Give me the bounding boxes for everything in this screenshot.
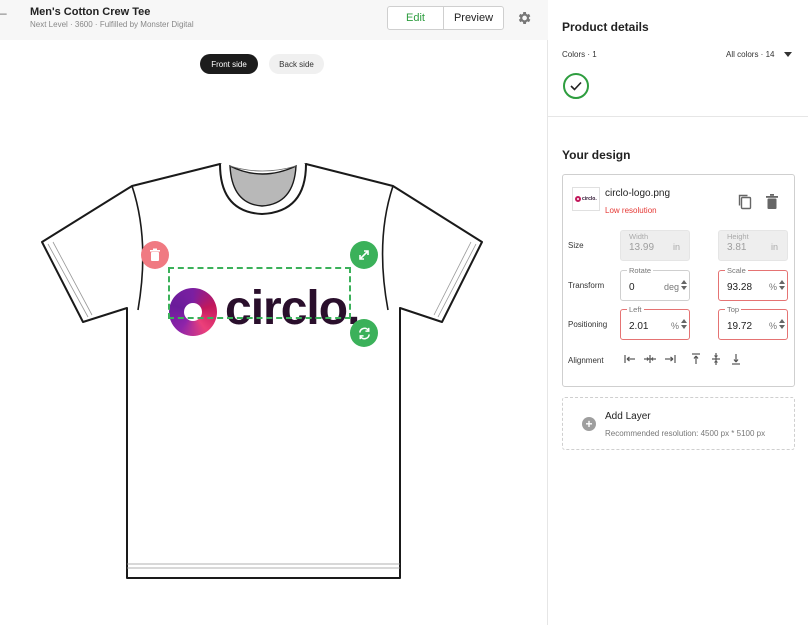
rotate-field[interactable]: Rotate 0 deg — [620, 266, 690, 301]
left-field[interactable]: Left 2.01 % — [620, 305, 690, 340]
your-design-heading: Your design — [562, 148, 631, 162]
align-bottom-icon[interactable] — [729, 352, 743, 366]
mode-toggle: Edit Preview — [387, 6, 504, 30]
stepper-icon[interactable] — [779, 318, 785, 330]
back-icon[interactable]: – — [0, 6, 7, 20]
low-resolution-warning: Low resolution — [605, 206, 657, 215]
height-value: 3.81 — [727, 242, 747, 253]
align-right-icon[interactable] — [663, 352, 677, 366]
top-bar: – Men's Cotton Crew Tee Next Level · 360… — [0, 0, 548, 40]
height-field-label: Height — [727, 232, 749, 241]
transform-label: Transform — [568, 281, 605, 290]
product-subtitle: Next Level · 3600 · Fulfilled by Monster… — [30, 20, 194, 29]
rotate-value[interactable]: 0 — [629, 282, 635, 293]
width-field: Width 13.99 in — [620, 230, 690, 261]
left-unit: % — [670, 321, 679, 331]
delete-handle[interactable] — [141, 241, 169, 269]
size-label: Size — [568, 241, 584, 250]
scale-unit: % — [768, 282, 777, 292]
rotate-field-label: Rotate — [627, 266, 654, 275]
alignment-toolbar — [623, 352, 749, 366]
layer-file-name: circlo-logo.png — [605, 188, 671, 199]
width-value: 13.99 — [629, 242, 655, 253]
edit-button[interactable]: Edit — [388, 7, 444, 29]
front-side-tab[interactable]: Front side — [200, 54, 258, 74]
top-value[interactable]: 19.72 — [727, 321, 752, 332]
canvas-panel: – Men's Cotton Crew Tee Next Level · 360… — [0, 0, 548, 625]
trash-icon[interactable] — [765, 193, 779, 211]
section-divider — [548, 116, 808, 117]
height-unit: in — [770, 242, 778, 252]
trash-icon — [150, 248, 160, 261]
scale-handle[interactable] — [350, 241, 378, 269]
rotate-handle[interactable] — [350, 319, 378, 347]
top-field-label: Top — [725, 305, 742, 314]
design-layer-card: circlo. circlo-logo.png Low resolution S… — [562, 174, 795, 387]
app-root: – Men's Cotton Crew Tee Next Level · 360… — [0, 0, 808, 625]
rotate-icon — [358, 327, 370, 339]
thumb-ring-icon — [575, 196, 581, 202]
scale-field-label: Scale — [725, 266, 748, 275]
copy-icon[interactable] — [737, 193, 753, 211]
resize-icon — [359, 250, 369, 260]
gear-icon[interactable] — [516, 10, 532, 26]
width-field-label: Width — [629, 232, 649, 241]
align-center-v-icon[interactable] — [709, 352, 723, 366]
scale-field[interactable]: Scale 93.28 % — [718, 266, 788, 301]
add-layer-button[interactable]: + Add Layer Recommended resolution: 4500… — [562, 397, 795, 450]
positioning-label: Positioning — [568, 320, 608, 329]
align-top-icon[interactable] — [689, 352, 703, 366]
scale-value[interactable]: 93.28 — [727, 282, 752, 293]
layer-thumbnail: circlo. — [572, 187, 600, 211]
preview-button[interactable]: Preview — [444, 7, 503, 29]
check-icon — [570, 81, 582, 91]
all-colors-dropdown[interactable]: All colors · 14 — [726, 50, 774, 59]
properties-panel: Product details Colors · 1 All colors · … — [548, 0, 808, 625]
rotate-unit: deg — [663, 282, 679, 292]
chevron-down-icon[interactable] — [784, 52, 792, 57]
product-details-heading: Product details — [562, 20, 649, 34]
selection-box[interactable] — [168, 267, 351, 319]
left-value[interactable]: 2.01 — [629, 321, 648, 332]
tshirt-mockup — [41, 163, 483, 579]
add-layer-title: Add Layer — [605, 411, 651, 422]
width-unit: in — [672, 242, 680, 252]
stepper-icon[interactable] — [681, 318, 687, 330]
stepper-icon[interactable] — [779, 279, 785, 291]
add-layer-hint: Recommended resolution: 4500 px * 5100 p… — [605, 429, 766, 438]
color-swatch-white[interactable] — [563, 73, 589, 99]
align-center-h-icon[interactable] — [643, 352, 657, 366]
align-left-icon[interactable] — [623, 352, 637, 366]
top-unit: % — [768, 321, 777, 331]
height-field: Height 3.81 in — [718, 230, 788, 261]
back-side-tab[interactable]: Back side — [269, 54, 324, 74]
thumb-text: circlo. — [582, 196, 597, 202]
plus-icon: + — [582, 417, 596, 431]
product-title: Men's Cotton Crew Tee — [30, 6, 151, 18]
colors-count-label: Colors · 1 — [562, 50, 597, 59]
stepper-icon[interactable] — [681, 279, 687, 291]
alignment-label: Alignment — [568, 356, 604, 365]
top-field[interactable]: Top 19.72 % — [718, 305, 788, 340]
left-field-label: Left — [627, 305, 644, 314]
